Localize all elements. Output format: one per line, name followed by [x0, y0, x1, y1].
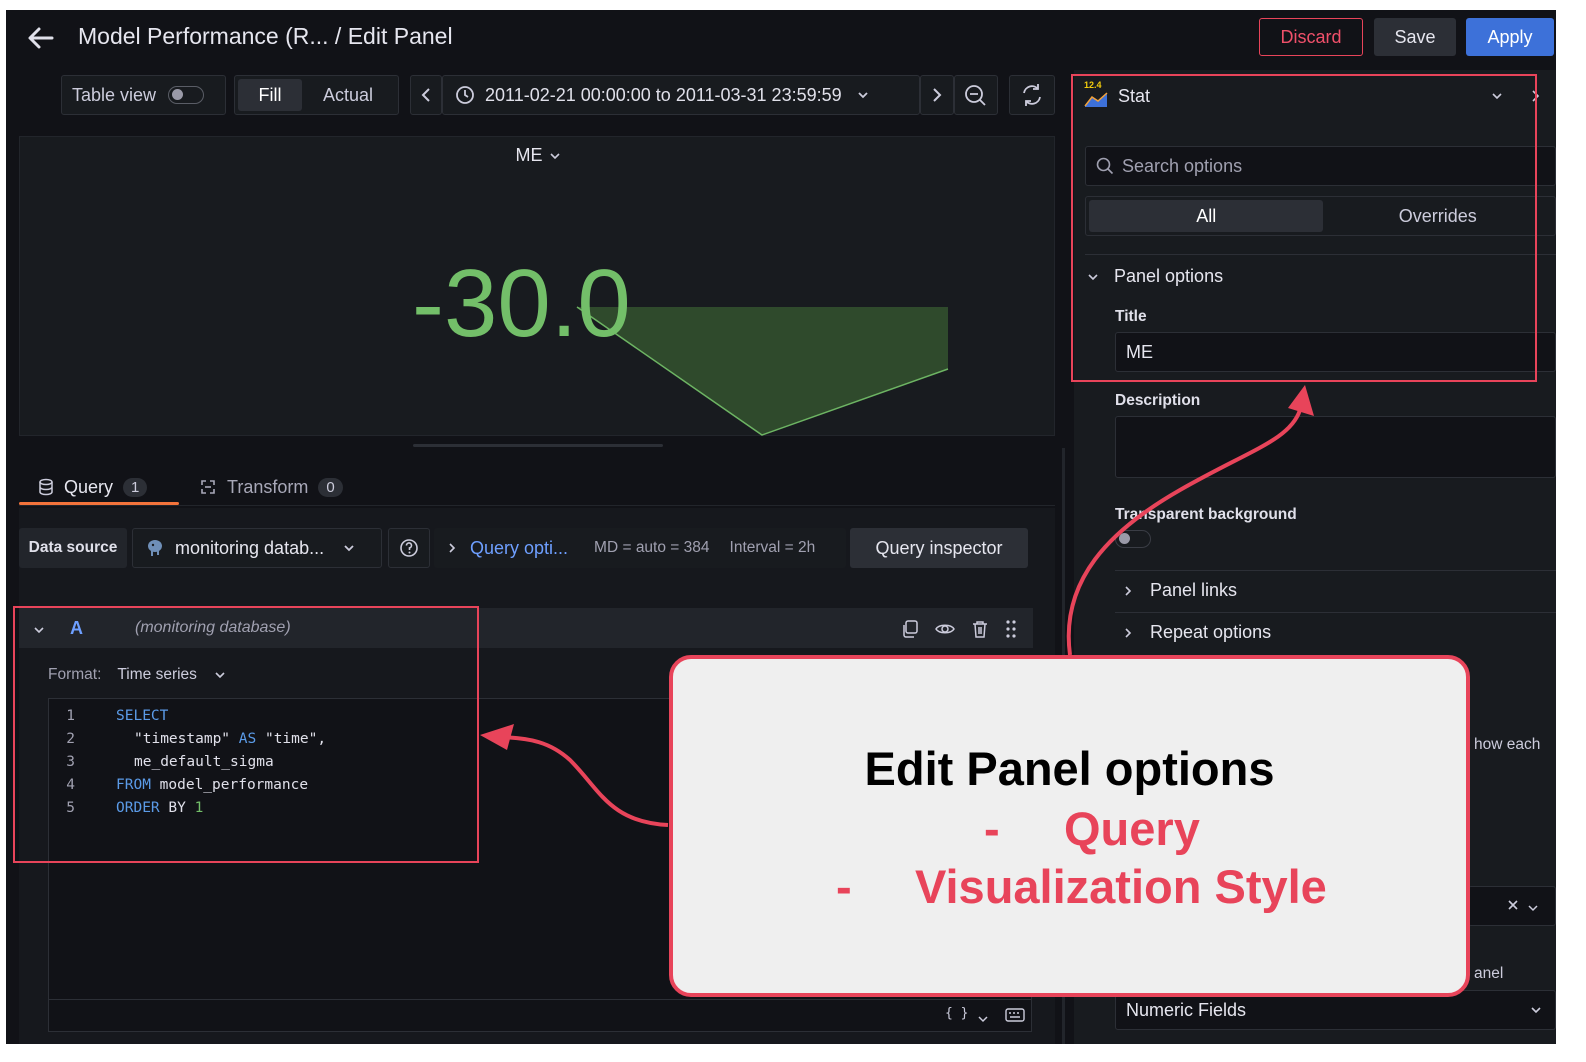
callout-heading: Edit Panel options — [864, 742, 1275, 795]
annotation-callout: Edit Panel options - Query - Visualizati… — [669, 655, 1470, 997]
callout-item-query: Query — [1064, 802, 1200, 855]
callout-dash-2: - — [836, 860, 852, 913]
callout-dash-1: - — [984, 802, 1000, 855]
callout-item-visualization-style: Visualization Style — [915, 860, 1327, 913]
